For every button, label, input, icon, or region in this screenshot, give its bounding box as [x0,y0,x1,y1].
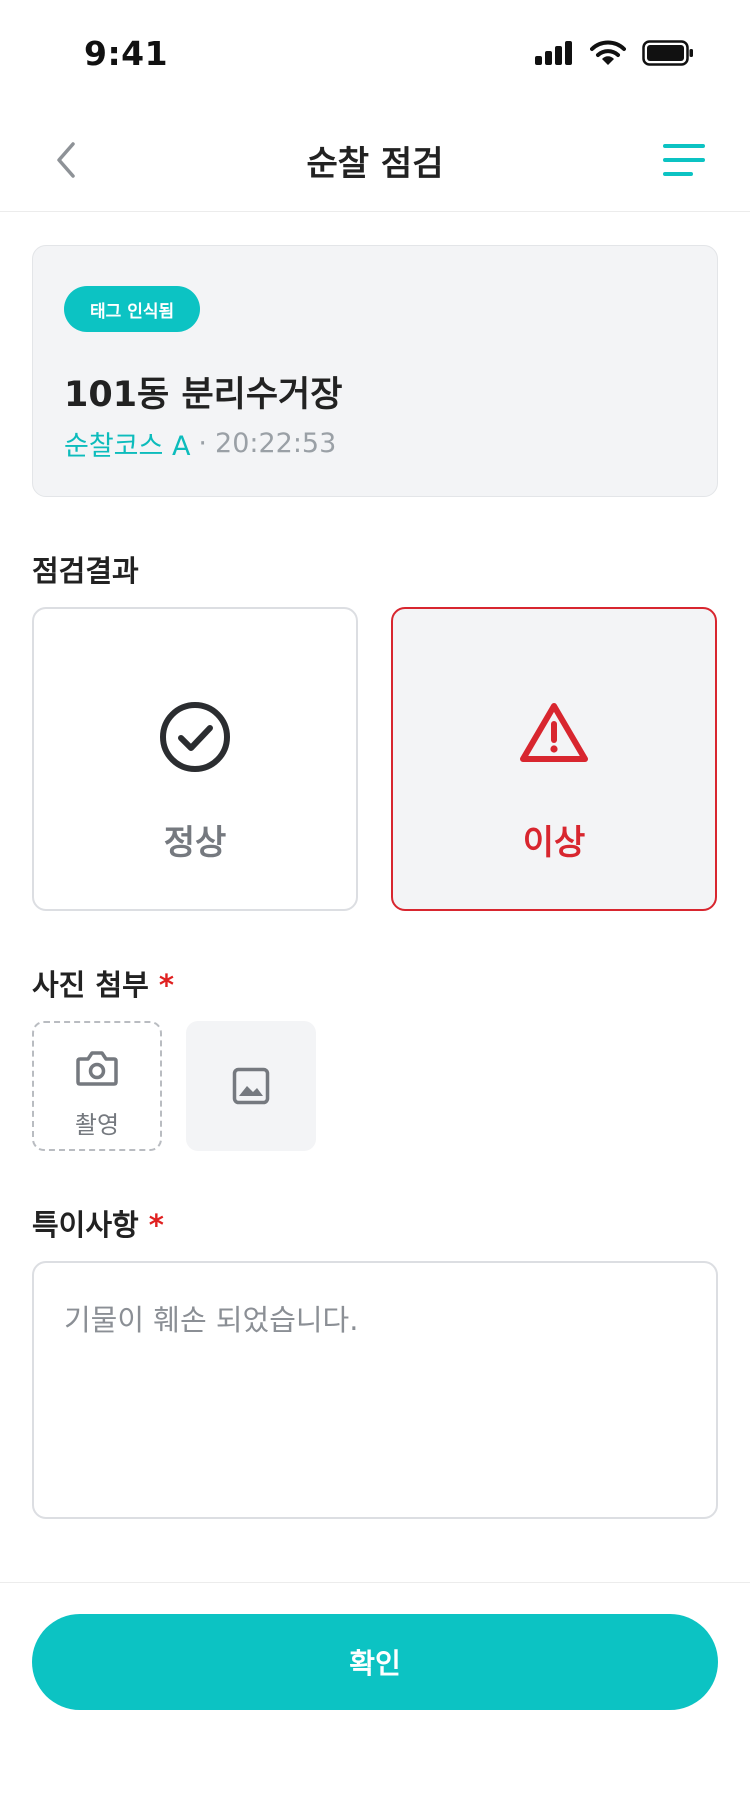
required-mark: * [148,1208,164,1242]
wifi-icon [590,40,626,65]
check-circle-icon [160,702,230,772]
bottom-divider [0,1582,750,1583]
page-title: 순찰 점검 [306,144,444,184]
photo-label-text: 사진 첨부 [32,968,149,1002]
confirm-button[interactable]: 확인 [32,1614,718,1710]
capture-label: 촬영 [74,1111,120,1139]
tag-status-badge: 태그 인식됨 [64,286,201,332]
tag-time: 20:22:53 [215,428,337,459]
notes-section-label: 특이사항 * [32,1202,164,1244]
status-bar: 9:41 [0,0,750,110]
result-section-label: 점검결과 [32,554,139,588]
meta-separator: · [198,428,208,459]
image-icon [232,1067,270,1105]
notes-textarea[interactable]: 기물이 훼손 되었습니다. [32,1261,718,1519]
battery-icon [642,40,693,66]
menu-button[interactable] [658,134,710,186]
tag-meta: 순찰코스 A · 20:22:53 [64,424,336,463]
signal-icon [535,41,572,65]
nav-bar: 순찰 점검 [0,110,750,212]
result-option-label: 이상 [522,823,586,863]
result-option-normal[interactable]: 정상 [32,607,358,911]
status-icons [534,40,694,66]
patrol-course: 순찰코스 A [64,431,191,462]
photo-section-label: 사진 첨부 * [32,962,174,1004]
required-mark: * [158,968,174,1002]
notes-label-text: 특이사항 [32,1208,139,1242]
warning-triangle-icon [520,703,588,762]
tag-location: 101동 분리수거장 [64,375,343,415]
tag-info-card: 태그 인식됨 101동 분리수거장 순찰코스 A · 20:22:53 [32,245,718,497]
photo-capture-button[interactable]: 촬영 [32,1021,162,1151]
result-option-abnormal[interactable]: 이상 [391,607,717,911]
photo-thumbnail[interactable] [186,1021,316,1151]
status-time: 9:41 [84,34,169,73]
menu-icon [663,144,705,176]
camera-icon [76,1051,118,1086]
result-option-label: 정상 [163,823,227,863]
